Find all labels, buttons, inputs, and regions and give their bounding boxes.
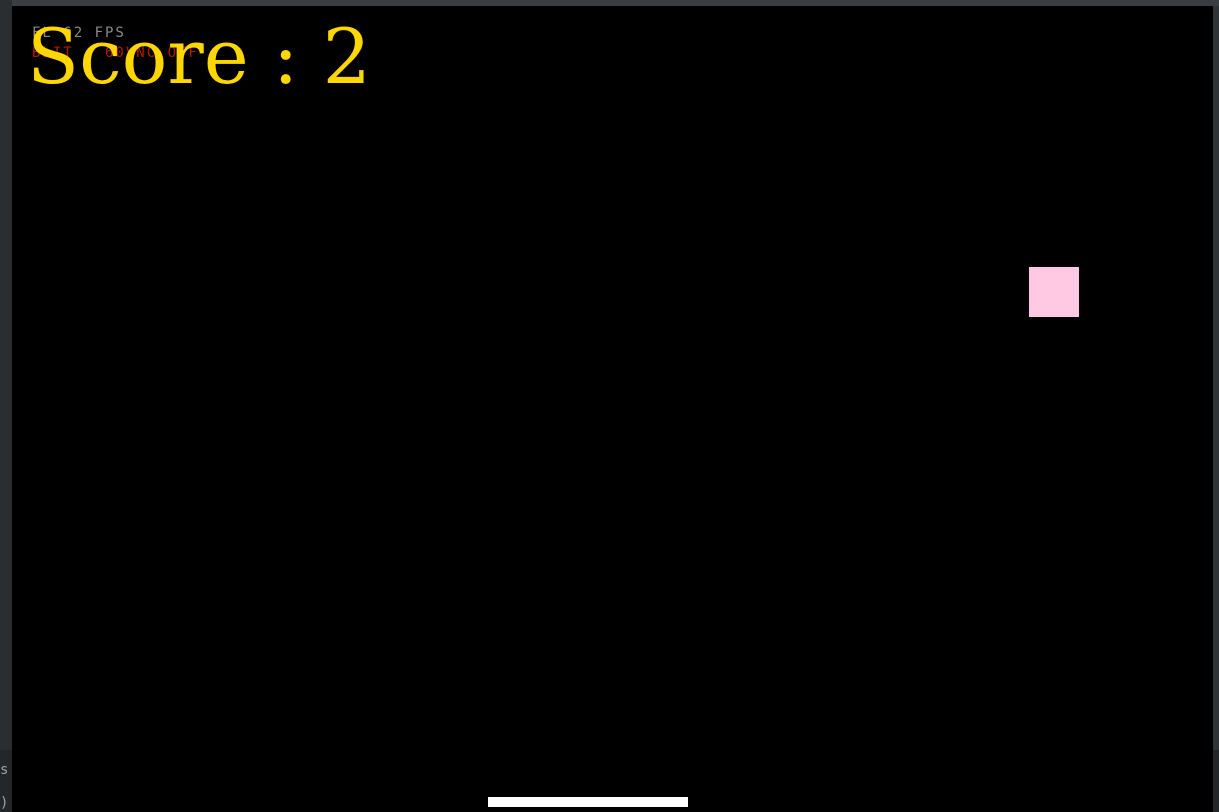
desktop-background: s ) FL 62 FPS BLIT - 60VNC OFF Score : 2 (0, 0, 1219, 812)
window-left-edge (0, 0, 12, 812)
terminal-fragment-top: s (0, 762, 9, 778)
pink-square-enemy (1029, 267, 1079, 317)
game-canvas[interactable]: FL 62 FPS BLIT - 60VNC OFF Score : 2 (12, 6, 1213, 812)
score-display: Score : 2 (27, 12, 371, 101)
player-paddle[interactable] (488, 797, 688, 807)
terminal-fragment-bottom: ) (0, 795, 9, 811)
